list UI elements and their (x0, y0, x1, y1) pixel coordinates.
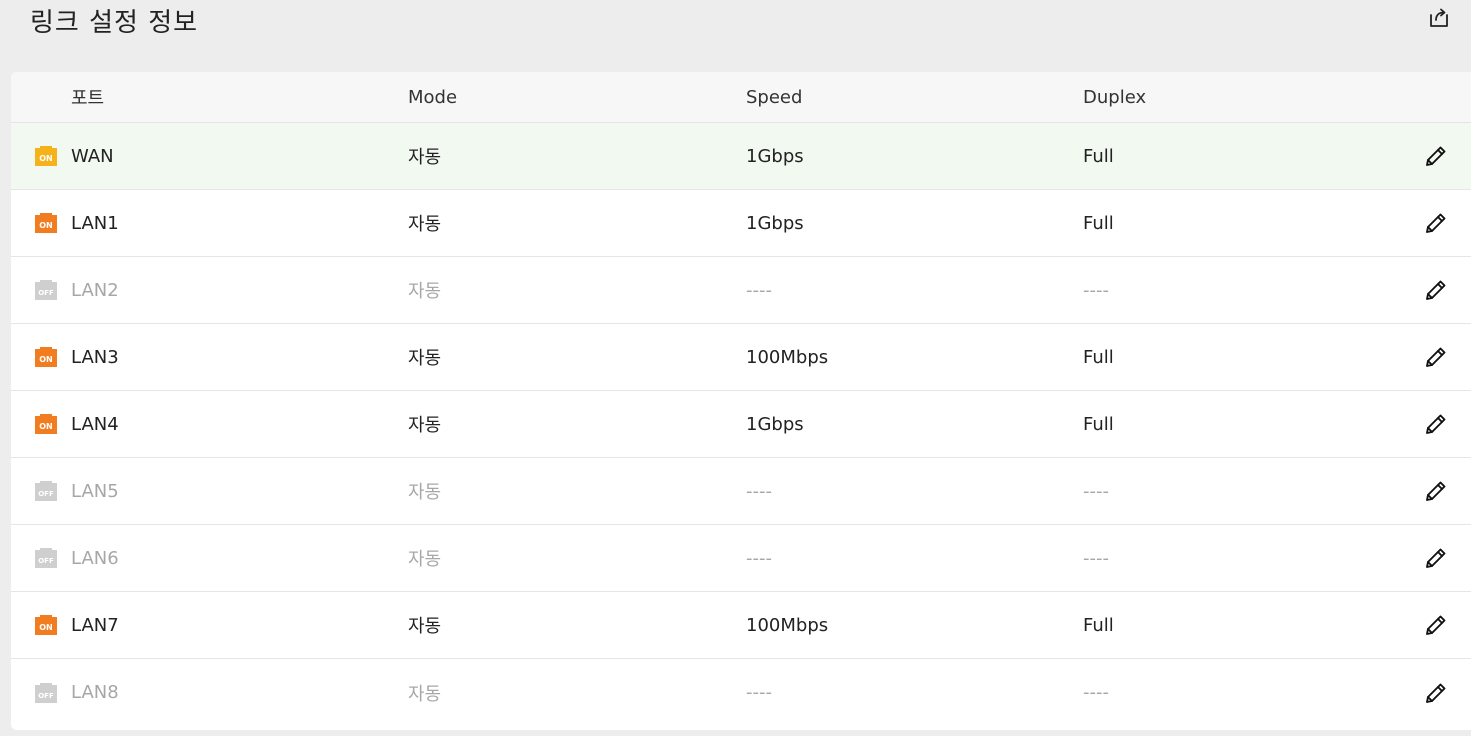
port-speed: 1Gbps (746, 413, 804, 435)
port-name: LAN1 (71, 212, 119, 234)
pencil-icon (1423, 344, 1449, 370)
port-name: LAN7 (71, 614, 119, 636)
pencil-icon (1423, 545, 1449, 571)
port-status-off-icon: OFF (34, 659, 58, 726)
port-name: LAN5 (71, 480, 119, 502)
table-row: ON LAN3 자동 100Mbps Full (11, 324, 1471, 391)
port-name: LAN6 (71, 547, 119, 569)
link-table: 포트 Mode Speed Duplex ON WAN 자동 1Gbps Ful… (11, 72, 1471, 730)
link-settings-page: 링크 설정 정보 포트 Mode Speed Duplex ON WAN 자동 … (0, 0, 1471, 736)
port-status-on-icon: ON (34, 123, 58, 189)
port-mode: 자동 (408, 482, 442, 503)
pencil-icon (1423, 612, 1449, 638)
edit-button[interactable] (1419, 458, 1453, 524)
pencil-icon (1423, 680, 1449, 706)
edit-button[interactable] (1419, 257, 1453, 323)
edit-button[interactable] (1419, 391, 1453, 457)
header-mode: Mode (408, 86, 458, 108)
port-mode: 자동 (408, 616, 442, 637)
table-header: 포트 Mode Speed Duplex (11, 72, 1471, 123)
edit-button[interactable] (1419, 525, 1453, 591)
port-duplex: ---- (1083, 682, 1109, 703)
edit-button[interactable] (1419, 190, 1453, 256)
port-mode: 자동 (408, 214, 442, 235)
port-speed: 100Mbps (746, 346, 829, 368)
pencil-icon (1423, 210, 1449, 236)
table-row: OFF LAN6 자동 ---- ---- (11, 525, 1471, 592)
port-duplex: Full (1083, 413, 1114, 435)
port-mode: 자동 (408, 549, 442, 570)
pencil-icon (1423, 411, 1449, 437)
edit-button[interactable] (1419, 123, 1453, 189)
table-row: ON LAN4 자동 1Gbps Full (11, 391, 1471, 458)
port-status-off-icon: OFF (34, 257, 58, 323)
svg-text:OFF: OFF (38, 490, 54, 498)
port-name: LAN8 (71, 682, 119, 703)
port-name: WAN (71, 145, 114, 167)
page-title: 링크 설정 정보 (30, 8, 199, 38)
port-name: LAN2 (71, 279, 119, 301)
header-port: 포트 (71, 88, 105, 109)
export-icon[interactable] (1427, 6, 1451, 30)
port-speed: ---- (746, 547, 772, 569)
pencil-icon (1423, 478, 1449, 504)
svg-text:ON: ON (39, 355, 53, 364)
table-row: ON WAN 자동 1Gbps Full (11, 123, 1471, 190)
port-duplex: Full (1083, 614, 1114, 636)
svg-text:OFF: OFF (38, 692, 54, 700)
svg-text:ON: ON (39, 623, 53, 632)
port-speed: 1Gbps (746, 212, 804, 234)
svg-text:ON: ON (39, 422, 53, 431)
port-mode: 자동 (408, 147, 442, 168)
header-duplex: Duplex (1083, 86, 1147, 108)
table-row: OFF LAN2 자동 ---- ---- (11, 257, 1471, 324)
table-body: ON WAN 자동 1Gbps Full ON LAN1 자동 1Gbps Fu (11, 123, 1471, 726)
port-status-on-icon: ON (34, 190, 58, 256)
edit-button[interactable] (1419, 659, 1453, 726)
port-mode: 자동 (408, 281, 442, 302)
port-mode: 자동 (408, 683, 442, 705)
table-row: ON LAN7 자동 100Mbps Full (11, 592, 1471, 659)
svg-text:OFF: OFF (38, 289, 54, 297)
pencil-icon (1423, 143, 1449, 169)
port-name: LAN3 (71, 346, 119, 368)
port-status-on-icon: ON (34, 391, 58, 457)
port-speed: ---- (746, 480, 772, 502)
port-speed: 100Mbps (746, 614, 829, 636)
port-duplex: ---- (1083, 279, 1109, 301)
port-duplex: Full (1083, 212, 1114, 234)
port-speed: ---- (746, 279, 772, 301)
port-status-on-icon: ON (34, 592, 58, 658)
port-speed: ---- (746, 682, 772, 703)
port-mode: 자동 (408, 348, 442, 369)
svg-text:ON: ON (39, 221, 53, 230)
svg-text:OFF: OFF (38, 557, 54, 565)
port-duplex: Full (1083, 145, 1114, 167)
header-speed: Speed (746, 86, 803, 108)
table-row: ON LAN1 자동 1Gbps Full (11, 190, 1471, 257)
edit-button[interactable] (1419, 324, 1453, 390)
table-row: OFF LAN5 자동 ---- ---- (11, 458, 1471, 525)
port-name: LAN4 (71, 413, 119, 435)
svg-text:ON: ON (39, 154, 53, 163)
port-speed: 1Gbps (746, 145, 804, 167)
port-status-off-icon: OFF (34, 525, 58, 591)
port-status-off-icon: OFF (34, 458, 58, 524)
port-status-on-icon: ON (34, 324, 58, 390)
port-duplex: Full (1083, 346, 1114, 368)
port-duplex: ---- (1083, 547, 1109, 569)
pencil-icon (1423, 277, 1449, 303)
port-duplex: ---- (1083, 480, 1109, 502)
table-row: OFF LAN8 자동 ---- ---- (11, 659, 1471, 726)
edit-button[interactable] (1419, 592, 1453, 658)
port-mode: 자동 (408, 415, 442, 436)
